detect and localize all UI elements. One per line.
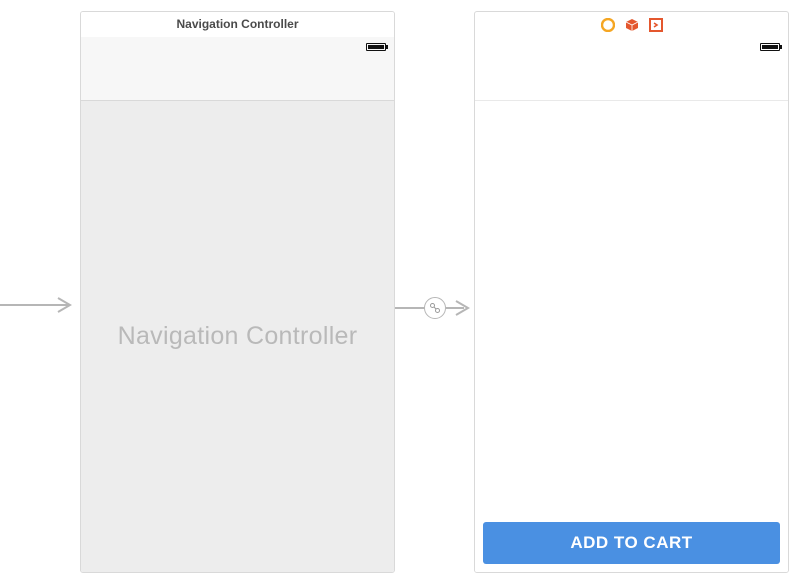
status-bar xyxy=(475,37,788,57)
storyboard-canvas: Navigation Controller Navigation Control… xyxy=(0,0,800,585)
entry-arrow xyxy=(0,296,80,314)
battery-icon xyxy=(366,43,386,51)
scene-title: Navigation Controller xyxy=(81,12,394,37)
scene-body: Navigation Controller xyxy=(81,101,394,572)
navigation-bar xyxy=(81,57,394,101)
navigation-controller-scene[interactable]: Navigation Controller Navigation Control… xyxy=(80,11,395,573)
add-to-cart-button[interactable]: ADD TO CART xyxy=(483,522,780,564)
segue-relationship-icon xyxy=(429,302,441,314)
exit-icon[interactable] xyxy=(649,18,663,32)
segue-badge[interactable] xyxy=(424,297,446,319)
first-responder-icon[interactable] xyxy=(625,18,639,32)
scene-body: ADD TO CART xyxy=(475,101,788,572)
navigation-bar xyxy=(475,57,788,101)
battery-icon xyxy=(760,43,780,51)
scene-dock xyxy=(475,12,788,37)
segue-arrow-right xyxy=(446,299,476,317)
status-bar xyxy=(81,37,394,57)
segue-arrow-left xyxy=(395,299,425,317)
view-controller-icon[interactable] xyxy=(601,18,615,32)
placeholder-label: Navigation Controller xyxy=(118,322,358,351)
view-controller-scene[interactable]: ADD TO CART xyxy=(474,11,789,573)
